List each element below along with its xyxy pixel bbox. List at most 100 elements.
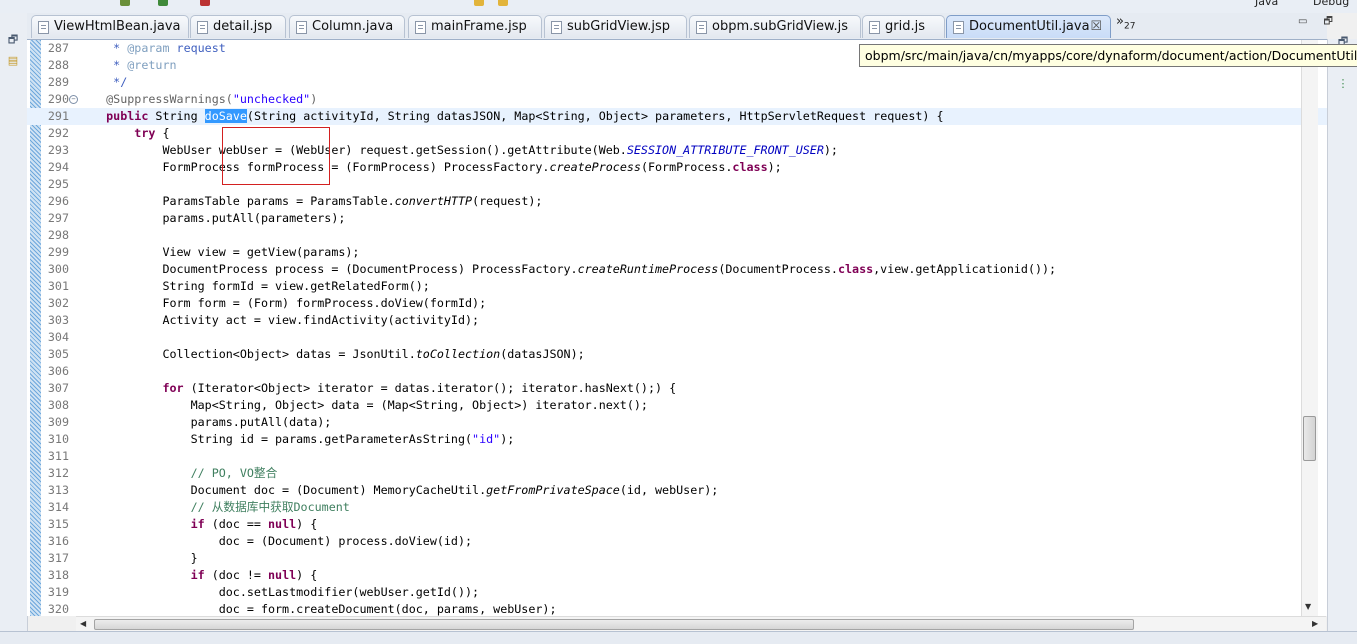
tab-overflow-button[interactable]: »27	[1116, 14, 1135, 32]
code-line[interactable]: 293 WebUser webUser = (WebUser) request.…	[27, 142, 1327, 159]
js-file-icon	[696, 21, 707, 34]
code-text[interactable]: String id = params.getParameterAsString(…	[78, 431, 515, 448]
code-token: toCollection	[415, 347, 501, 361]
code-line[interactable]: 311	[27, 448, 1327, 465]
line-number: 295	[47, 177, 69, 191]
scroll-down-arrow-icon[interactable]: ▼	[1305, 602, 1311, 611]
code-text[interactable]: for (Iterator<Object> iterator = datas.i…	[78, 380, 676, 397]
code-text[interactable]: }	[78, 550, 198, 567]
tab-obpm-subgridview-js[interactable]: obpm.subGridView.js	[689, 15, 861, 38]
perspective-java[interactable]: Java	[1255, 0, 1278, 8]
code-line[interactable]: 310 String id = params.getParameterAsStr…	[27, 431, 1327, 448]
code-token: );	[767, 160, 782, 174]
code-line[interactable]: 289 */	[27, 74, 1327, 91]
outline-icon[interactable]: ⋮	[1336, 77, 1350, 91]
tab-column-java[interactable]: Column.java	[289, 15, 405, 38]
code-line[interactable]: 317 }	[27, 550, 1327, 567]
code-text[interactable]: * @return	[78, 57, 176, 74]
code-line[interactable]: 315 if (doc == null) {	[27, 516, 1327, 533]
code-text[interactable]: DocumentProcess process = (DocumentProce…	[78, 261, 1056, 278]
code-line[interactable]: 296 ParamsTable params = ParamsTable.con…	[27, 193, 1327, 210]
code-text[interactable]: WebUser webUser = (WebUser) request.getS…	[78, 142, 838, 159]
code-text[interactable]: // PO, VO整合	[78, 465, 278, 482]
code-line[interactable]: 298	[27, 227, 1327, 244]
code-text[interactable]: params.putAll(data);	[78, 414, 332, 431]
code-line[interactable]: 308 Map<String, Object> data = (Map<Stri…	[27, 397, 1327, 414]
tab-detail-jsp[interactable]: detail.jsp	[190, 15, 286, 38]
code-text[interactable]: @SuppressWarnings("unchecked")	[78, 91, 317, 108]
code-token: if	[78, 517, 205, 531]
toolbar-icon[interactable]	[474, 0, 484, 6]
code-line[interactable]: 320 doc = form.createDocument(doc, param…	[27, 601, 1327, 616]
perspective-debug[interactable]: Debug	[1313, 0, 1349, 8]
tab-subgridview-jsp[interactable]: subGridView.jsp	[544, 15, 687, 38]
code-line[interactable]: 294 FormProcess formProcess = (FormProce…	[27, 159, 1327, 176]
horizontal-scrollbar[interactable]: ◀ ▶	[76, 616, 1326, 632]
code-line[interactable]: 303 Activity act = view.findActivity(act…	[27, 312, 1327, 329]
code-editor[interactable]: 287 * @param request 288 * @return 289 */2…	[27, 40, 1327, 616]
code-text[interactable]: doc = form.createDocument(doc, params, w…	[78, 601, 557, 616]
code-line[interactable]: 292 try {	[27, 125, 1327, 142]
code-text[interactable]: // 从数据库中获取Document	[78, 499, 350, 516]
code-text[interactable]: View view = getView(params);	[78, 244, 359, 261]
code-line[interactable]: 291 public String doSave(String activity…	[27, 108, 1327, 125]
code-text[interactable]: Map<String, Object> data = (Map<String, …	[78, 397, 648, 414]
code-line[interactable]: 312 // PO, VO整合	[27, 465, 1327, 482]
scroll-right-arrow-icon[interactable]: ▶	[1312, 619, 1318, 628]
code-line[interactable]: 314 // 从数据库中获取Document	[27, 499, 1327, 516]
code-line[interactable]: 295	[27, 176, 1327, 193]
toolbar-icon[interactable]	[200, 0, 210, 6]
code-line[interactable]: 300 DocumentProcess process = (DocumentP…	[27, 261, 1327, 278]
code-text[interactable]: doc = (Document) process.doView(id);	[78, 533, 472, 550]
code-line[interactable]: 318 if (doc != null) {	[27, 567, 1327, 584]
toolbar-icon[interactable]	[158, 0, 168, 6]
code-text[interactable]: FormProcess formProcess = (FormProcess) …	[78, 159, 782, 176]
vertical-scroll-thumb[interactable]	[1303, 416, 1316, 461]
code-text[interactable]: public String doSave(String activityId, …	[78, 108, 944, 125]
code-text[interactable]: try {	[78, 125, 169, 142]
code-text[interactable]: * @param request	[78, 40, 226, 57]
code-text[interactable]: Document doc = (Document) MemoryCacheUti…	[78, 482, 719, 499]
code-line[interactable]: 309 params.putAll(data);	[27, 414, 1327, 431]
code-line[interactable]: 297 params.putAll(parameters);	[27, 210, 1327, 227]
code-text[interactable]: doc.setLastmodifier(webUser.getId());	[78, 584, 479, 601]
tab-documentutil-java[interactable]: DocumentUtil.java ☒	[946, 15, 1111, 38]
code-line[interactable]: 299 View view = getView(params);	[27, 244, 1327, 261]
close-tab-icon[interactable]: ☒	[1090, 16, 1102, 38]
fold-toggle-icon[interactable]: −	[69, 95, 78, 104]
code-text[interactable]: */	[78, 74, 127, 91]
scroll-left-arrow-icon[interactable]: ◀	[80, 619, 86, 628]
code-line[interactable]: 304	[27, 329, 1327, 346]
code-line[interactable]: 306	[27, 363, 1327, 380]
code-text[interactable]: params.putAll(parameters);	[78, 210, 345, 227]
code-line[interactable]: 302 Form form = (Form) formProcess.doVie…	[27, 295, 1327, 312]
minimize-icon[interactable]: ▭	[1298, 16, 1323, 27]
code-text[interactable]: Form form = (Form) formProcess.doView(fo…	[78, 295, 486, 312]
code-line[interactable]: 316 doc = (Document) process.doView(id);	[27, 533, 1327, 550]
code-text[interactable]: if (doc != null) {	[78, 567, 318, 584]
code-line[interactable]: 319 doc.setLastmodifier(webUser.getId())…	[27, 584, 1327, 601]
code-text[interactable]: Activity act = view.findActivity(activit…	[78, 312, 479, 329]
code-token: public	[78, 109, 149, 123]
code-line[interactable]: 313 Document doc = (Document) MemoryCach…	[27, 482, 1327, 499]
toolbar-icon[interactable]	[120, 0, 130, 6]
tab-viewhtmlbean-java[interactable]: ViewHtmlBean.java	[31, 15, 189, 38]
code-line[interactable]: 290− @SuppressWarnings("unchecked")	[27, 91, 1327, 108]
code-text[interactable]: Collection<Object> datas = JsonUtil.toCo…	[78, 346, 584, 363]
horizontal-scroll-thumb[interactable]	[94, 619, 1134, 630]
vertical-scrollbar[interactable]: ▼	[1301, 40, 1318, 616]
line-number: 311	[47, 449, 69, 463]
line-number: 300	[47, 262, 69, 276]
restore-icon[interactable]: 🗗	[6, 33, 20, 47]
code-text[interactable]: if (doc == null) {	[78, 516, 318, 533]
package-explorer-icon[interactable]: ▤	[6, 54, 20, 68]
code-text[interactable]: ParamsTable params = ParamsTable.convert…	[78, 193, 542, 210]
code-line[interactable]: 305 Collection<Object> datas = JsonUtil.…	[27, 346, 1327, 363]
code-text[interactable]: String formId = view.getRelatedForm();	[78, 278, 429, 295]
code-line[interactable]: 307 for (Iterator<Object> iterator = dat…	[27, 380, 1327, 397]
code-line[interactable]: 301 String formId = view.getRelatedForm(…	[27, 278, 1327, 295]
toolbar-icon[interactable]	[498, 0, 508, 6]
tab-mainframe-jsp[interactable]: mainFrame.jsp	[408, 15, 542, 38]
maximize-icon[interactable]: 🗗	[1323, 16, 1348, 27]
tab-grid-js[interactable]: grid.js	[862, 15, 945, 38]
